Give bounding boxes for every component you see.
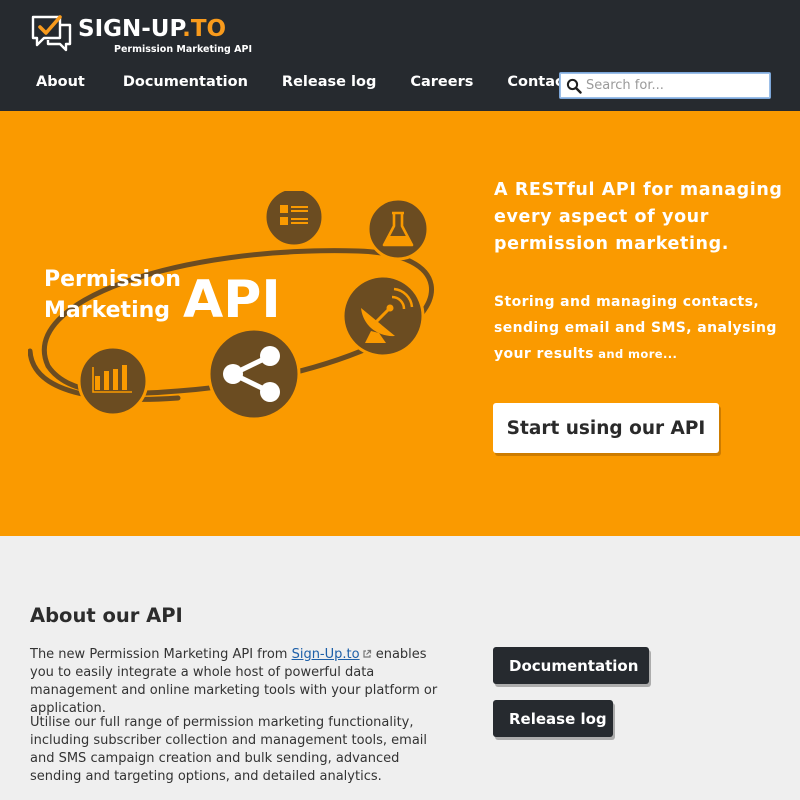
about-paragraph-2: Utilise our full range of permission mar… <box>30 715 428 784</box>
search-box[interactable] <box>559 72 771 99</box>
logo-wordmark: SIGN-UP.TO <box>78 16 226 42</box>
documentation-button[interactable]: Documentation <box>493 647 649 684</box>
graphic-text-api: API <box>183 270 281 330</box>
flask-icon <box>366 197 430 261</box>
speech-bubble-check-icon <box>31 15 72 52</box>
hero-banner: Permission Marketing API A RESTful API f… <box>0 111 800 536</box>
search-input[interactable] <box>586 76 766 95</box>
nav-item-about[interactable]: About <box>20 70 101 94</box>
nav-item-release-log[interactable]: Release log <box>266 70 392 94</box>
about-title: About our API <box>30 604 183 627</box>
external-link-icon <box>362 649 371 658</box>
start-using-api-button[interactable]: Start using our API <box>493 403 719 453</box>
satellite-dish-icon <box>341 274 425 358</box>
nav-item-careers[interactable]: Careers <box>394 70 489 94</box>
logo-tagline: Permission Marketing API <box>114 44 252 55</box>
release-log-button[interactable]: Release log <box>493 700 613 737</box>
hero-headline: A RESTful API for managing every aspect … <box>494 180 783 254</box>
api-orbit-illustration: Permission Marketing API <box>28 191 434 421</box>
sign-up-to-link-text: Sign-Up.to <box>291 647 360 662</box>
sign-up-to-link[interactable]: Sign-Up.to <box>292 647 360 662</box>
nav-item-documentation[interactable]: Documentation <box>107 70 264 94</box>
search-icon <box>566 78 582 94</box>
site-header: SIGN-UP.TO Permission Marketing API Abou… <box>0 0 800 111</box>
share-icon <box>207 327 301 421</box>
hero-sub-more: and more... <box>593 347 678 361</box>
graphic-text-marketing: Marketing <box>44 298 170 323</box>
logo-name-accent: .TO <box>182 16 227 42</box>
about-p1-before: The new Permission Marketing API from <box>30 647 292 662</box>
hero-subheadline: Storing and managing contacts, sending e… <box>494 289 784 367</box>
site-logo[interactable]: SIGN-UP.TO Permission Marketing API <box>30 12 260 58</box>
graphic-text-permission: Permission <box>44 267 181 292</box>
logo-name-main: SIGN-UP <box>78 16 183 42</box>
main-nav: About Documentation Release log Careers … <box>20 70 587 94</box>
about-paragraph-1: The new Permission Marketing API from Si… <box>30 646 450 718</box>
contacts-list-icon <box>263 191 325 248</box>
bar-chart-icon <box>77 345 149 417</box>
